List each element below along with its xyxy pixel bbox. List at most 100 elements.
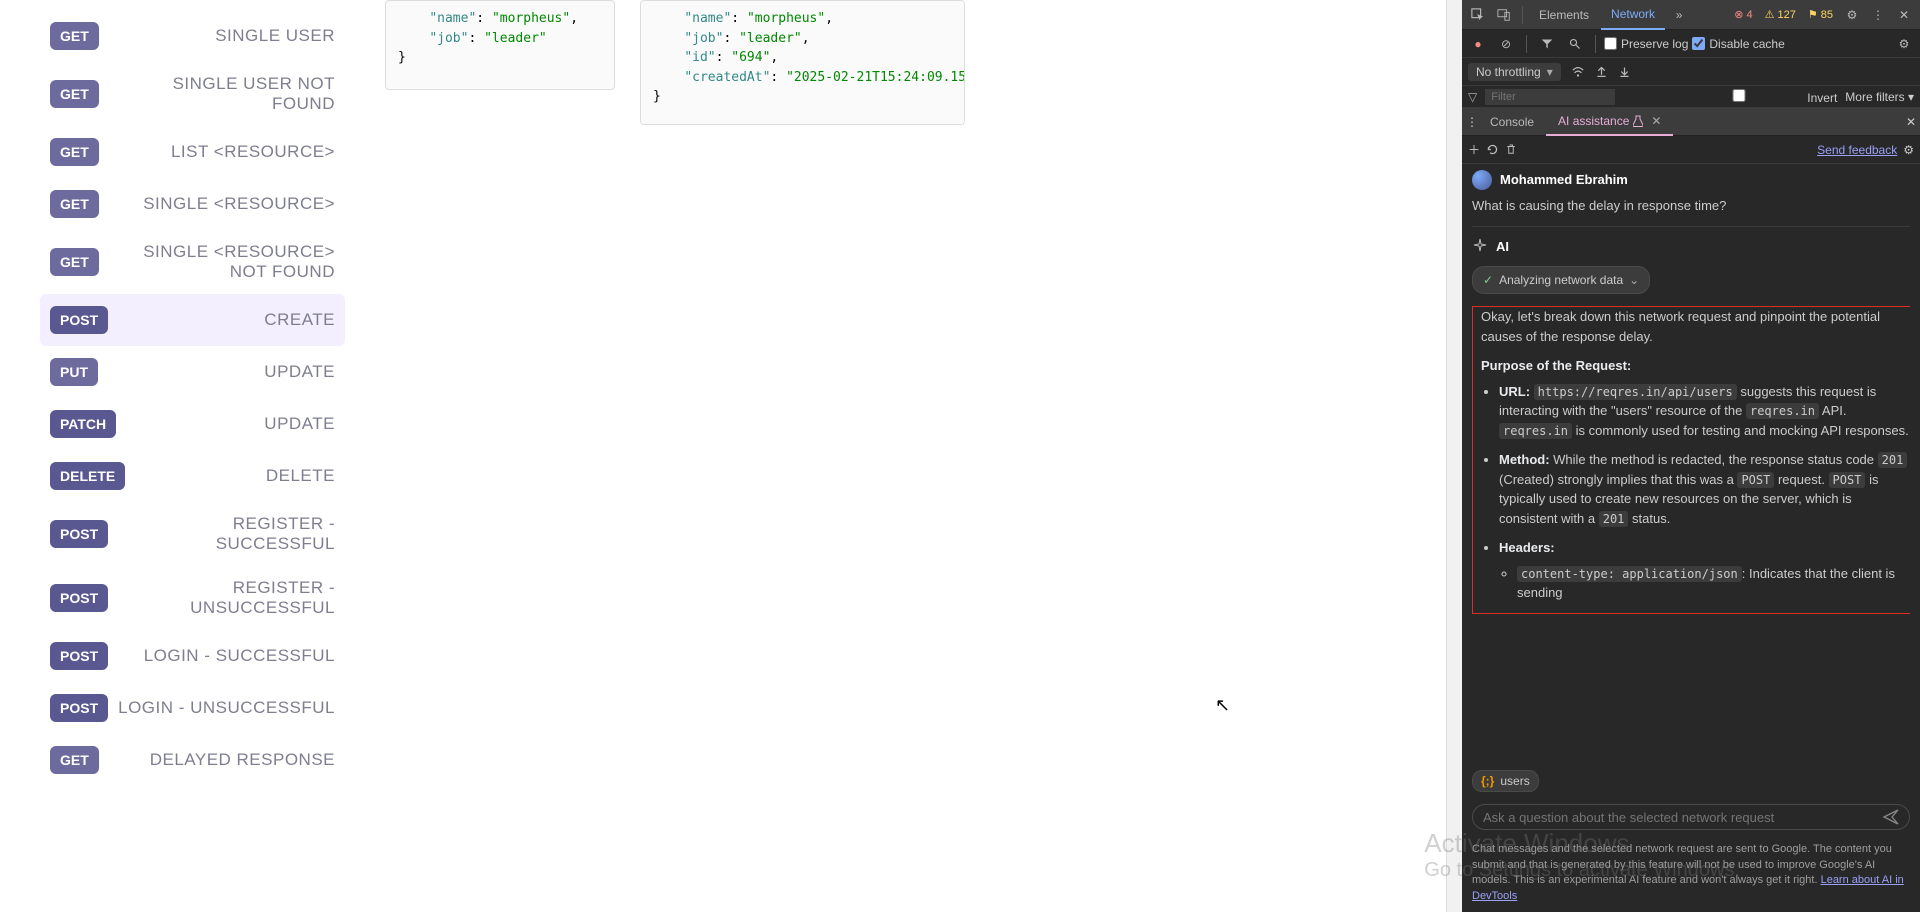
wifi-icon[interactable] [1571, 65, 1585, 79]
endpoint-label: DELAYED RESPONSE [99, 750, 335, 770]
ai-chat-area[interactable]: Mohammed Ebrahim What is causing the del… [1462, 164, 1920, 764]
drawer-tab-console[interactable]: Console [1478, 108, 1546, 136]
network-settings-icon[interactable]: ⚙ [1892, 32, 1916, 56]
page-scrollbar[interactable] [1446, 0, 1462, 912]
drawer-kebab-icon[interactable]: ⋮ [1466, 115, 1478, 129]
endpoint-label: LOGIN - UNSUCCESSFUL [108, 698, 335, 718]
beta-icon [1633, 115, 1643, 127]
ai-input-row [1462, 798, 1920, 836]
record-icon[interactable]: ● [1466, 32, 1490, 56]
issues-badge[interactable]: ⚑85 [1803, 8, 1838, 21]
close-drawer-icon[interactable]: ✕ [1906, 115, 1916, 129]
error-badge[interactable]: ⊗4 [1729, 8, 1757, 21]
method-badge: GET [50, 248, 99, 276]
download-har-icon[interactable] [1618, 65, 1631, 78]
endpoint-row[interactable]: GETSINGLE <RESOURCE> [40, 178, 345, 230]
close-tab-icon[interactable]: ✕ [1651, 114, 1661, 128]
devtools-panel: Elements Network » ⊗4 ⚠127 ⚑85 ⚙ ⋮ ✕ ● ⊘… [1462, 0, 1920, 912]
settings-icon[interactable]: ⚙ [1840, 3, 1864, 27]
filter-input[interactable] [1485, 89, 1615, 105]
method-badge: GET [50, 190, 99, 218]
sparkle-icon [1472, 238, 1488, 254]
warning-badge[interactable]: ⚠127 [1760, 8, 1801, 21]
user-question: What is causing the delay in response ti… [1472, 196, 1910, 216]
history-icon[interactable] [1486, 143, 1499, 156]
endpoint-label: LIST <RESOURCE> [99, 142, 335, 162]
endpoint-row[interactable]: GETSINGLE <RESOURCE> NOT FOUND [40, 230, 345, 294]
response-body-code[interactable]: "name": "morpheus", "job": "leader", "id… [640, 0, 965, 125]
send-icon[interactable] [1883, 809, 1899, 825]
tab-elements[interactable]: Elements [1529, 0, 1599, 30]
close-devtools-icon[interactable]: ✕ [1892, 3, 1916, 27]
endpoint-label: DELETE [125, 466, 335, 486]
preserve-log-checkbox[interactable]: Preserve log [1604, 37, 1688, 51]
clear-icon[interactable]: ⊘ [1494, 32, 1518, 56]
ai-response: AI ✓ Analyzing network data ⌄ Okay, let'… [1472, 237, 1910, 614]
endpoint-label: SINGLE <RESOURCE> NOT FOUND [99, 242, 335, 282]
ai-input[interactable] [1483, 810, 1883, 825]
method-badge: PUT [50, 358, 98, 386]
network-toolbar: ● ⊘ Preserve log Disable cache ⚙ [1462, 30, 1920, 58]
method-badge: PATCH [50, 410, 116, 438]
endpoint-label: SINGLE <RESOURCE> [99, 194, 335, 214]
device-toggle-icon[interactable] [1492, 3, 1516, 27]
ai-settings-icon[interactable]: ⚙ [1903, 143, 1914, 157]
more-tabs-icon[interactable]: » [1667, 3, 1691, 27]
search-icon[interactable] [1563, 32, 1587, 56]
endpoint-label: LOGIN - SUCCESSFUL [108, 646, 335, 666]
method-badge: GET [50, 138, 99, 166]
more-filters-dropdown[interactable]: More filters ▾ [1845, 90, 1914, 104]
endpoint-label: SINGLE USER NOT FOUND [99, 74, 335, 114]
endpoint-row[interactable]: DELETEDELETE [40, 450, 345, 502]
context-row: {;} users [1462, 764, 1920, 798]
invert-checkbox[interactable]: Invert [1674, 89, 1837, 105]
context-chip[interactable]: {;} users [1472, 770, 1539, 792]
endpoint-row[interactable]: POSTCREATE [40, 294, 345, 346]
endpoint-label: CREATE [108, 310, 335, 330]
user-name: Mohammed Ebrahim [1500, 170, 1628, 190]
endpoint-row[interactable]: POSTLOGIN - UNSUCCESSFUL [40, 682, 345, 734]
endpoint-row[interactable]: GETSINGLE USER [40, 10, 345, 62]
analyzing-chip[interactable]: ✓ Analyzing network data ⌄ [1472, 266, 1650, 294]
kebab-menu-icon[interactable]: ⋮ [1866, 3, 1890, 27]
endpoint-row[interactable]: GETSINGLE USER NOT FOUND [40, 62, 345, 126]
disable-cache-checkbox[interactable]: Disable cache [1692, 37, 1784, 51]
upload-har-icon[interactable] [1595, 65, 1608, 78]
ai-footer: Chat messages and the selected network r… [1462, 836, 1920, 912]
tab-network[interactable]: Network [1601, 0, 1665, 30]
li-content-type: content-type: application/json: Indicate… [1517, 564, 1910, 603]
method-badge: DELETE [50, 462, 125, 490]
method-badge: POST [50, 694, 108, 722]
mouse-cursor: ↖ [1215, 695, 1230, 716]
endpoint-row[interactable]: POSTLOGIN - SUCCESSFUL [40, 630, 345, 682]
endpoint-label: SINGLE USER [99, 26, 335, 46]
filter-icon[interactable] [1535, 32, 1559, 56]
method-badge: GET [50, 746, 99, 774]
method-badge: GET [50, 22, 99, 50]
main-content: "name": "morpheus", "job": "leader" } "n… [365, 0, 1446, 912]
send-feedback-link[interactable]: Send feedback [1817, 143, 1897, 157]
endpoint-row[interactable]: POSTREGISTER - UNSUCCESSFUL [40, 566, 345, 630]
throttling-select[interactable]: No throttling ▾ [1468, 63, 1561, 81]
delete-icon[interactable] [1505, 143, 1517, 156]
drawer-tab-ai[interactable]: AI assistance ✕ [1546, 108, 1673, 136]
endpoint-row[interactable]: GETDELAYED RESPONSE [40, 734, 345, 786]
endpoint-row[interactable]: PUTUPDATE [40, 346, 345, 398]
method-badge: POST [50, 306, 108, 334]
endpoint-row[interactable]: GETLIST <RESOURCE> [40, 126, 345, 178]
endpoint-row[interactable]: POSTREGISTER - SUCCESSFUL [40, 502, 345, 566]
heading-purpose: Purpose of the Request: [1481, 358, 1631, 373]
li-url: URL: https://reqres.in/api/users suggest… [1499, 382, 1910, 441]
endpoint-row[interactable]: PATCHUPDATE [40, 398, 345, 450]
request-body-code[interactable]: "name": "morpheus", "job": "leader" } [385, 0, 615, 90]
method-badge: POST [50, 642, 108, 670]
li-method: Method: While the method is redacted, th… [1499, 450, 1910, 528]
chevron-down-icon: ⌄ [1629, 271, 1639, 289]
method-badge: GET [50, 80, 99, 108]
devtools-top-bar: Elements Network » ⊗4 ⚠127 ⚑85 ⚙ ⋮ ✕ [1462, 0, 1920, 30]
endpoint-label: UPDATE [116, 414, 335, 434]
inspect-icon[interactable] [1466, 3, 1490, 27]
new-chat-icon[interactable]: ＋ [1468, 141, 1480, 158]
ai-label: AI [1496, 237, 1509, 257]
endpoint-label: REGISTER - SUCCESSFUL [108, 514, 335, 554]
